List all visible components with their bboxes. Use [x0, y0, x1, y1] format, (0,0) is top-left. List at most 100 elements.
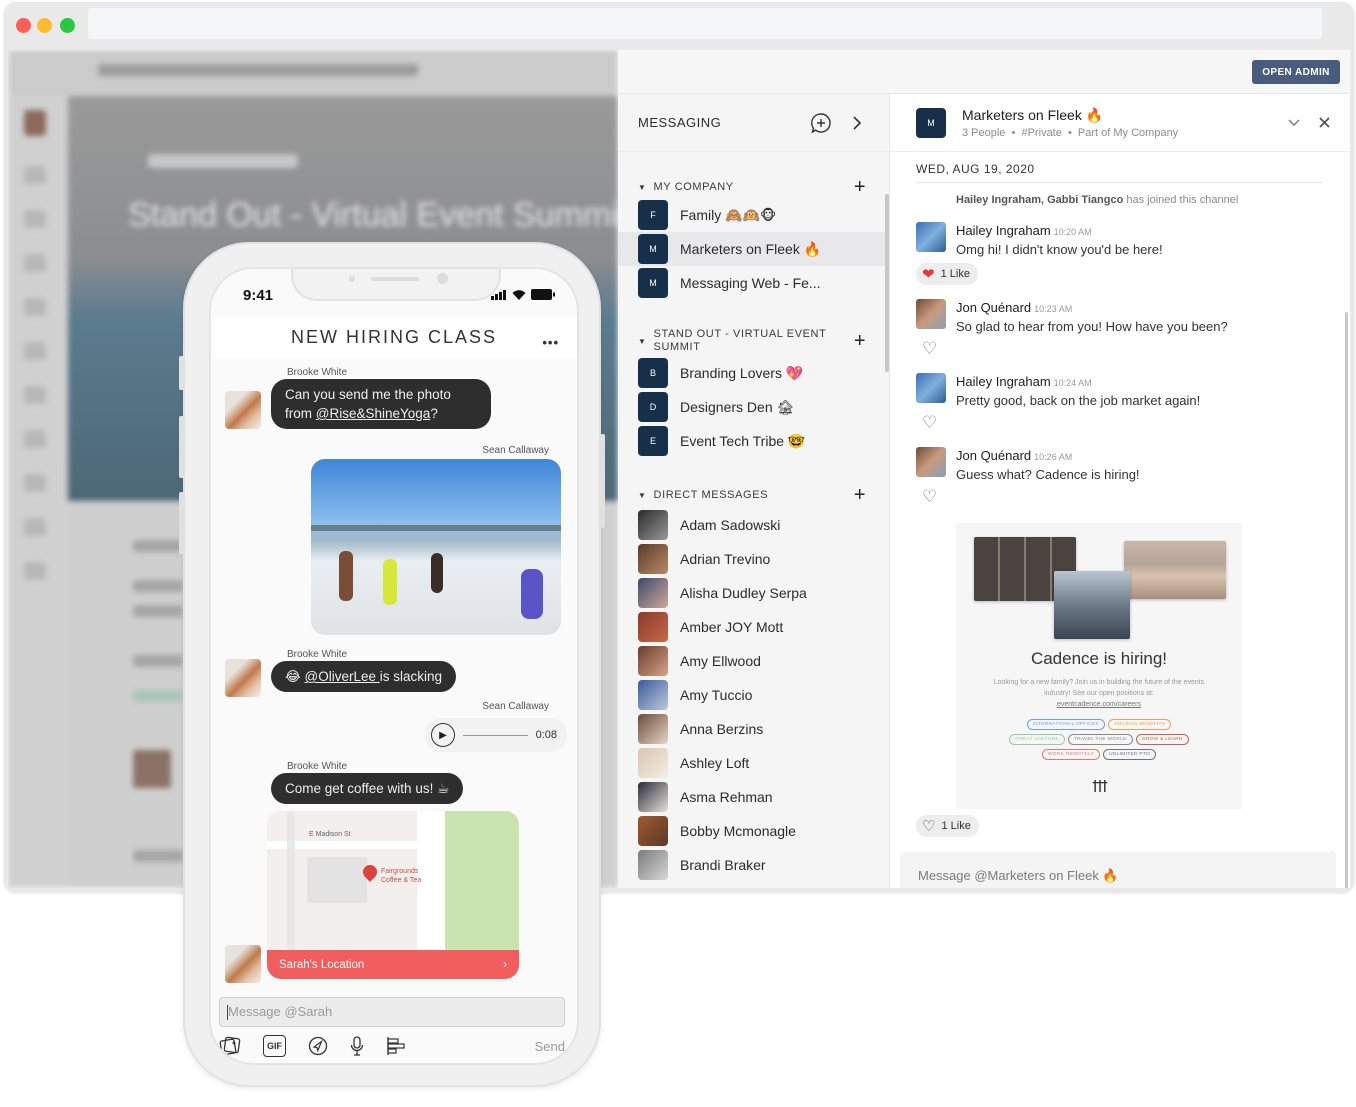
address-bar[interactable]	[88, 8, 1322, 39]
caret-down-icon: ▼	[638, 490, 647, 500]
photos-icon[interactable]	[219, 1035, 241, 1057]
dm-item[interactable]: Anna Berzins	[618, 712, 889, 746]
voice-message: ▶ 0:08	[425, 718, 567, 752]
chevron-down-icon[interactable]	[1282, 111, 1306, 135]
chat-scrollbar[interactable]	[1345, 312, 1348, 888]
card-tag: GREAT CULTURE	[1009, 734, 1065, 745]
sidebar-scrollbar[interactable]	[885, 194, 889, 372]
dm-item[interactable]: Brandi Braker	[618, 848, 889, 882]
microphone-icon[interactable]	[350, 1035, 364, 1057]
map-poi-label: Fairgrounds Coffee & Tea	[381, 868, 422, 884]
dm-item[interactable]: Adam Sadowski	[618, 508, 889, 542]
battery-icon	[531, 289, 555, 300]
channel-item[interactable]: M Messaging Web - Fe...	[618, 266, 889, 300]
new-message-icon[interactable]	[809, 111, 833, 135]
section-stand-out[interactable]: ▼ STAND OUT - VIRTUAL EVENT SUMMIT +	[618, 326, 889, 356]
like-button[interactable]: ♡ 1 Like	[916, 815, 979, 837]
phone-message-input[interactable]: Message @Sarah	[219, 997, 565, 1027]
dm-item[interactable]: Amy Ellwood	[618, 644, 889, 678]
dm-name: Adrian Trevino	[680, 551, 771, 567]
heart-outline-icon[interactable]: ♡	[922, 340, 1350, 357]
avatar	[225, 659, 261, 697]
sender-name: Brooke White	[287, 649, 348, 660]
dm-item[interactable]: Bobby Mcmonagle	[618, 814, 889, 848]
chat-bubble: 😂 @OliverLee is slacking	[271, 661, 457, 692]
yoga-beach-photo[interactable]	[311, 459, 561, 635]
gif-button[interactable]: GIF	[263, 1035, 286, 1057]
wifi-icon	[512, 290, 526, 300]
avatar	[638, 748, 668, 778]
avatar	[638, 850, 668, 880]
avatar	[916, 373, 946, 403]
channel-item[interactable]: E Event Tech Tribe 🤓	[618, 424, 889, 458]
dm-name: Anna Berzins	[680, 721, 764, 737]
send-button[interactable]: Send	[535, 1039, 565, 1054]
dm-item[interactable]: Amber JOY Mott	[618, 610, 889, 644]
section-my-company[interactable]: ▼ MY COMPANY +	[618, 176, 889, 198]
location-bar[interactable]: Sarah's Location ›	[267, 950, 519, 979]
channel-avatar: E	[638, 426, 668, 456]
audio-duration: 0:08	[535, 729, 557, 741]
dm-item[interactable]: Asma Rehman	[618, 780, 889, 814]
heart-outline-icon[interactable]: ♡	[922, 414, 1350, 431]
careers-link[interactable]: eventcadence.com/careers	[1057, 701, 1141, 708]
like-button-liked[interactable]: ❤ 1 Like	[916, 263, 978, 285]
maximize-window-button[interactable]	[60, 18, 75, 33]
poll-icon[interactable]	[386, 1035, 406, 1057]
dm-item[interactable]: Amy Tuccio	[618, 678, 889, 712]
phone-composer-toolbar: GIF Send	[219, 1035, 565, 1057]
channel-avatar: M	[916, 107, 946, 138]
phone-mockup: 9:41 NEW HIRING CLASS ••• Brooke White C…	[179, 242, 605, 1087]
card-tag: UNLIMITED PTO	[1103, 749, 1157, 760]
phone-chat-header: NEW HIRING CLASS •••	[211, 317, 577, 359]
chevron-right-icon[interactable]	[845, 111, 869, 135]
avatar	[225, 391, 261, 429]
audio-progress-bar[interactable]	[463, 734, 528, 736]
section-direct-messages[interactable]: ▼ DIRECT MESSAGES +	[618, 484, 889, 506]
channel-avatar: M	[638, 268, 668, 298]
close-icon[interactable]	[1312, 111, 1336, 135]
add-channel-icon[interactable]: +	[851, 176, 869, 199]
date-divider: WED, AUG 19, 2020	[916, 162, 1322, 183]
heart-outline-icon[interactable]: ♡	[922, 488, 1350, 505]
map-street-label: E Madison St	[309, 831, 351, 838]
dm-item[interactable]: Ashley Loft	[618, 746, 889, 780]
location-map[interactable]: E Madison St Fairgrounds Coffee & Tea Sa…	[267, 811, 519, 979]
card-tag: GROW & LEARN	[1135, 734, 1189, 745]
hiring-card-image[interactable]: Cadence is hiring! Looking for a new fam…	[956, 523, 1242, 809]
more-options-icon[interactable]: •••	[542, 335, 559, 350]
dm-name: Ashley Loft	[680, 755, 750, 771]
channel-item[interactable]: F Family 🙈🙉🐵	[618, 198, 889, 232]
location-arrow-icon[interactable]	[308, 1035, 328, 1057]
close-window-button[interactable]	[16, 18, 31, 33]
sender-name: Brooke White	[287, 761, 348, 772]
heart-outline-icon: ♡	[922, 817, 936, 835]
add-channel-icon[interactable]: +	[851, 330, 869, 353]
minimize-window-button[interactable]	[37, 18, 52, 33]
card-tag: AMAZING BENEFITS	[1107, 719, 1172, 730]
chat-message-input[interactable]: Message @Marketers on Fleek 🔥	[900, 852, 1336, 888]
chat-header: M Marketers on Fleek 🔥 3 People • #Priva…	[890, 94, 1350, 152]
open-admin-button[interactable]: OPEN ADMIN	[1252, 60, 1340, 84]
add-dm-icon[interactable]: +	[851, 484, 869, 507]
chat-message: Jon Quénard 10:23 AM So glad to hear from…	[916, 299, 1350, 334]
dm-item[interactable]: Adrian Trevino	[618, 542, 889, 576]
messaging-title: MESSAGING	[638, 115, 722, 130]
channel-item[interactable]: B Branding Lovers 💖	[618, 356, 889, 390]
chat-bubble: Can you send me the photo from @Rise&Shi…	[271, 379, 491, 429]
channel-name: Designers Den 🏚	[680, 398, 795, 415]
channel-item[interactable]: D Designers Den 🏚	[618, 390, 889, 424]
channel-item-active[interactable]: M Marketers on Fleek 🔥	[618, 232, 889, 266]
dm-item[interactable]: Alisha Dudley Serpa	[618, 576, 889, 610]
card-description: Looking for a new family? Join us in bui…	[993, 679, 1205, 708]
play-icon[interactable]: ▶	[431, 723, 455, 747]
card-tag: TRAVEL THE WORLD	[1067, 734, 1133, 745]
avatar	[638, 680, 668, 710]
card-tag: WORK REMOTELY	[1041, 749, 1101, 760]
mention-link[interactable]: @OliverLee	[305, 669, 380, 684]
phone-notch	[291, 269, 501, 301]
cadence-logo-icon: ꝉꝉꝉ	[1091, 779, 1108, 796]
mention-link[interactable]: @Rise&ShineYoga	[316, 406, 431, 421]
chat-message: Hailey Ingraham 10:24 AM Pretty good, bac…	[916, 373, 1350, 408]
signal-icon	[491, 290, 506, 300]
